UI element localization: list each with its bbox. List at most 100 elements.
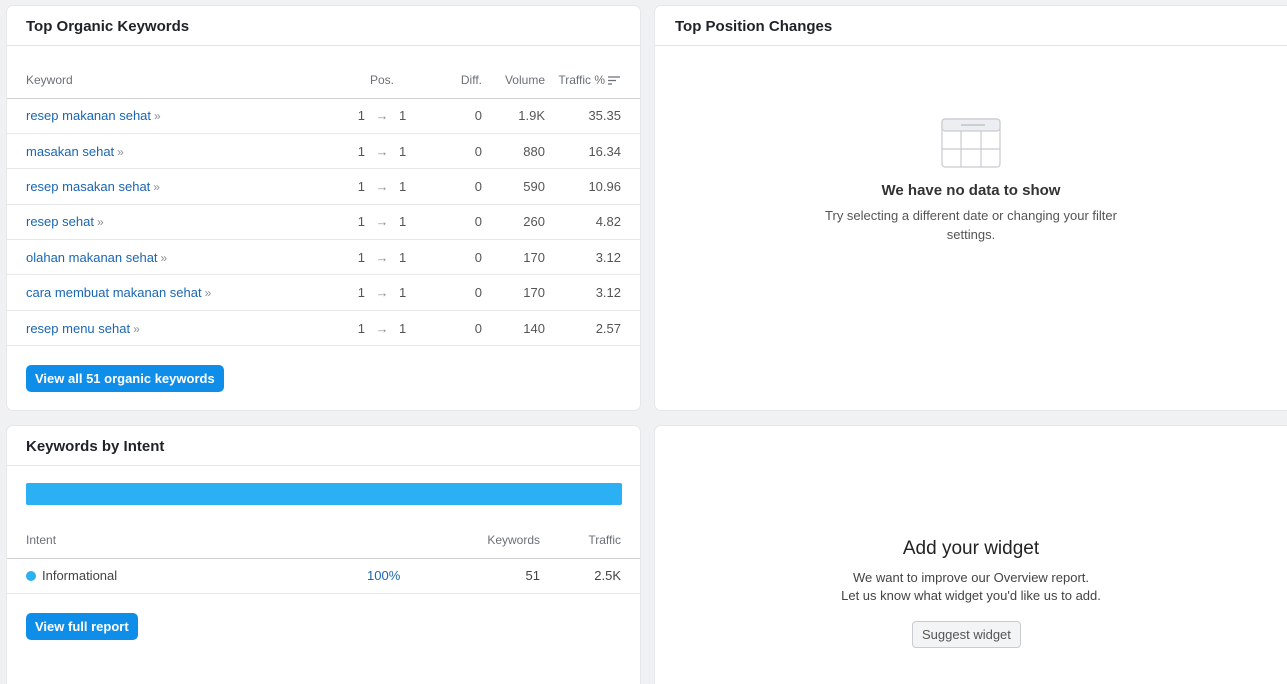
empty-state-text: Try selecting a different date or changi…: [825, 208, 1117, 242]
position-cell: 1 → 1: [337, 310, 447, 347]
card-title: Keywords by Intent: [7, 426, 640, 466]
diff-cell: 0: [447, 274, 482, 311]
arrow-right-icon: →: [375, 178, 389, 194]
position-cell: 1 → 1: [337, 204, 447, 241]
intent-distribution-bar[interactable]: [26, 483, 622, 505]
arrow-right-icon: →: [375, 108, 389, 124]
chevron-double-right-icon[interactable]: »: [205, 286, 212, 300]
arrow-right-icon: →: [375, 320, 389, 336]
widget-text-line-1: We want to improve our Overview report.: [852, 570, 1089, 585]
position-from: 1: [357, 320, 365, 336]
position-to: 1: [399, 108, 407, 124]
chevron-double-right-icon[interactable]: »: [133, 322, 140, 336]
column-keyword[interactable]: Keyword: [7, 63, 337, 99]
table-header-row: Intent Keywords Traffic: [7, 523, 640, 559]
position-from: 1: [357, 108, 365, 124]
widget-text-line-2: Let us know what widget you'd like us to…: [841, 588, 1101, 603]
empty-state-title: We have no data to show: [881, 182, 1061, 199]
traffic-cell: 4.82: [545, 204, 640, 241]
column-pos[interactable]: Pos.: [337, 63, 447, 99]
position-from: 1: [357, 178, 365, 194]
traffic-cell: 2.57: [545, 310, 640, 347]
column-traffic[interactable]: Traffic %: [545, 63, 640, 99]
position-cell: 1 → 1: [337, 98, 447, 134]
diff-cell: 0: [447, 98, 482, 134]
keyword-link[interactable]: olahan makanan sehat: [26, 250, 158, 265]
keyword-cell: resep makanan sehat»: [7, 98, 337, 134]
intent-label: Informational: [42, 568, 118, 583]
keyword-link[interactable]: resep menu sehat: [26, 321, 130, 336]
view-full-report-button[interactable]: View full report: [26, 613, 138, 640]
table-row: resep makanan sehat» 1 → 1 0 1.9K 35.35: [7, 98, 640, 134]
keyword-link[interactable]: resep masakan sehat: [26, 179, 150, 194]
chevron-double-right-icon[interactable]: »: [117, 145, 124, 159]
column-volume[interactable]: Volume: [482, 63, 545, 99]
keyword-cell: olahan makanan sehat»: [7, 239, 337, 276]
traffic-cell: 35.35: [545, 98, 640, 134]
chevron-double-right-icon[interactable]: »: [161, 251, 168, 265]
diff-cell: 0: [447, 133, 482, 170]
volume-cell: 590: [482, 168, 545, 205]
card-title: Top Position Changes: [655, 6, 1287, 46]
keyword-link[interactable]: resep sehat: [26, 214, 94, 229]
diff-cell: 0: [447, 204, 482, 241]
intent-bar-segment-informational[interactable]: [26, 483, 622, 505]
table-header-row: Keyword Pos. Diff. Volume Traffic %: [7, 63, 640, 99]
top-position-changes-card: Top Position Changes We have no data to …: [655, 6, 1287, 410]
intent-percent-cell: 100%: [367, 558, 445, 594]
table-row: resep masakan sehat» 1 → 1 0 590 10.96: [7, 168, 640, 205]
position-to: 1: [399, 143, 407, 159]
position-to: 1: [399, 249, 407, 265]
add-widget-card: Add your widget We want to improve our O…: [655, 426, 1287, 684]
position-to: 1: [399, 320, 407, 336]
intent-keywords-cell: 51: [445, 558, 540, 594]
table-row: Informational 100% 51 2.5K: [7, 558, 640, 594]
position-from: 1: [357, 249, 365, 265]
card-title: Top Organic Keywords: [7, 6, 640, 46]
keyword-link[interactable]: cara membuat makanan sehat: [26, 285, 202, 300]
keywords-table: Keyword Pos. Diff. Volume Traffic % rese…: [7, 63, 640, 347]
traffic-cell: 3.12: [545, 239, 640, 276]
keyword-link[interactable]: masakan sehat: [26, 144, 114, 159]
column-traffic: Traffic: [540, 523, 640, 559]
intent-percent-link[interactable]: 100%: [367, 568, 400, 583]
column-traffic-label: Traffic %: [558, 73, 605, 88]
position-to: 1: [399, 178, 407, 194]
volume-cell: 1.9K: [482, 98, 545, 134]
keyword-cell: cara membuat makanan sehat»: [7, 274, 337, 311]
keyword-link[interactable]: resep makanan sehat: [26, 108, 151, 123]
column-percent: [367, 523, 445, 559]
position-from: 1: [357, 285, 365, 301]
position-from: 1: [357, 143, 365, 159]
top-organic-keywords-card: Top Organic Keywords Keyword Pos. Diff. …: [7, 6, 640, 410]
intent-color-dot: [26, 571, 36, 581]
sort-descending-icon[interactable]: [608, 76, 620, 85]
volume-cell: 170: [482, 274, 545, 311]
volume-cell: 880: [482, 133, 545, 170]
keyword-cell: resep menu sehat»: [7, 310, 337, 347]
column-keywords: Keywords: [445, 523, 540, 559]
keyword-cell: resep masakan sehat»: [7, 168, 337, 205]
view-all-organic-keywords-button[interactable]: View all 51 organic keywords: [26, 365, 224, 392]
volume-cell: 260: [482, 204, 545, 241]
traffic-cell: 3.12: [545, 274, 640, 311]
diff-cell: 0: [447, 168, 482, 205]
chevron-double-right-icon[interactable]: »: [153, 180, 160, 194]
position-cell: 1 → 1: [337, 239, 447, 276]
keyword-cell: masakan sehat»: [7, 133, 337, 170]
chevron-double-right-icon[interactable]: »: [154, 109, 161, 123]
keyword-cell: resep sehat»: [7, 204, 337, 241]
position-from: 1: [357, 214, 365, 230]
widget-description: We want to improve our Overview report. …: [655, 569, 1287, 605]
position-cell: 1 → 1: [337, 133, 447, 170]
table-row: olahan makanan sehat» 1 → 1 0 170 3.12: [7, 239, 640, 276]
empty-table-icon: [941, 118, 1001, 168]
column-diff[interactable]: Diff.: [447, 63, 482, 99]
suggest-widget-button[interactable]: Suggest widget: [912, 621, 1021, 648]
arrow-right-icon: →: [375, 143, 389, 159]
position-to: 1: [399, 214, 407, 230]
volume-cell: 170: [482, 239, 545, 276]
intent-traffic-cell: 2.5K: [540, 558, 640, 594]
volume-cell: 140: [482, 310, 545, 347]
chevron-double-right-icon[interactable]: »: [97, 215, 104, 229]
